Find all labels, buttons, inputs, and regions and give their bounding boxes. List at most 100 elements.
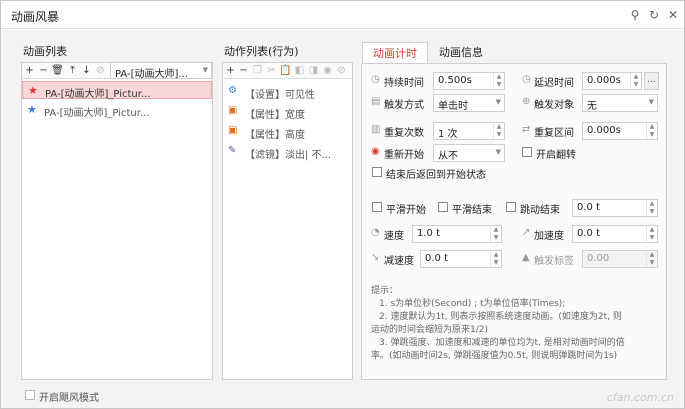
speed-spinner[interactable]: ▲ ▼ <box>490 226 501 242</box>
delay-spinner[interactable]: ▲ ▼ <box>630 73 641 89</box>
smooth-start-label: 平滑开始 <box>386 205 426 216</box>
preview-icon[interactable]: ◉ <box>321 64 334 77</box>
action-list-toolbar: + − ❐ ✂ 📋 ◧ ◨ ◉ ⊘ <box>223 63 352 79</box>
duration-input[interactable]: 0.500s ▲ ▼ <box>433 72 505 90</box>
delay-input[interactable]: 0.000s ▲ ▼ <box>582 72 642 90</box>
action-item[interactable]: ▣ 【属性】高度 <box>223 123 352 141</box>
repeat-label: 重复次数 <box>384 128 424 139</box>
property-icon: ▣ <box>228 125 238 136</box>
add-icon[interactable]: + <box>23 64 36 77</box>
trigger-tag-input: 0.00 ▲ ▼ <box>582 250 658 268</box>
bounce-end-checkbox[interactable] <box>506 202 516 212</box>
speed-icon: ◔ <box>371 227 380 238</box>
repeat-interval-spinner[interactable]: ▲ ▼ <box>646 123 657 139</box>
bounce-end-spinner[interactable]: ▲ ▼ <box>646 200 657 216</box>
action-item-label: 【属性】宽度 <box>245 110 305 121</box>
close-icon[interactable]: ✕ <box>665 7 681 23</box>
accel-input[interactable]: 0.0 t ▲ ▼ <box>572 225 658 243</box>
animation-list-toolbar: + − 🗑 ⤒ ↓ ⊘ PA-[动画大师]... ▼ <box>22 62 212 80</box>
target-icon: ⊕ <box>522 96 531 107</box>
delay-value: 0.000s <box>587 75 621 86</box>
interval-icon: ⇄ <box>522 124 531 135</box>
tab-info[interactable]: 动画信息 <box>431 42 491 64</box>
move-down-icon[interactable]: ↓ <box>80 64 93 77</box>
smooth-end-checkbox[interactable] <box>438 202 448 212</box>
action-item[interactable]: ▣ 【属性】宽度 <box>223 103 352 121</box>
tag-icon: ▲ <box>522 252 530 263</box>
repeat-spinner[interactable]: ▲ ▼ <box>493 123 504 139</box>
animation-item[interactable]: ★ PA-[动画大师]_Pictur... <box>22 101 212 119</box>
speed-input[interactable]: 1.0 t ▲ ▼ <box>412 225 502 243</box>
repeat-interval-input[interactable]: 0.000s ▲ ▼ <box>582 122 658 140</box>
animation-item-label: PA-[动画大师]_Pictur... <box>45 89 151 100</box>
smooth-start-checkbox[interactable] <box>372 202 382 212</box>
pin-icon[interactable]: ⚲ <box>627 7 643 23</box>
hint-line: 率。(如动画时间2s, 弹跳强度值为0.5t, 则说明弹跳时间为1s) <box>371 351 618 361</box>
title-bar: 动画风暴 ⚲ ↻ ✕ <box>1 1 684 29</box>
animation-select[interactable]: PA-[动画大师]... ▼ <box>110 62 212 80</box>
disable-icon[interactable]: ⊘ <box>94 64 107 77</box>
disable-icon[interactable]: ⊘ <box>335 64 348 77</box>
repeat-icon: ▥ <box>371 124 381 135</box>
chevron-down-icon: ▼ <box>648 98 654 106</box>
decel-input[interactable]: 0.0 t ▲ ▼ <box>420 250 502 268</box>
rewind-checkbox[interactable] <box>372 167 382 177</box>
dialog-body: 动画列表 + − 🗑 ⤒ ↓ ⊘ PA-[动画大师]... ▼ ★ PA-[动画… <box>1 30 684 408</box>
speed-value: 1.0 t <box>417 228 441 239</box>
chevron-down-icon: ▼ <box>495 148 501 156</box>
add-icon[interactable]: + <box>224 64 237 77</box>
move-top-icon[interactable]: ⤒ <box>66 64 79 77</box>
remove-icon[interactable]: − <box>37 64 50 77</box>
tab-timing[interactable]: 动画计时 <box>362 42 428 64</box>
animation-list-label: 动画列表 <box>23 45 67 58</box>
animation-list-panel: + − 🗑 ⤒ ↓ ⊘ PA-[动画大师]... ▼ ★ PA-[动画大师]_P… <box>21 62 213 380</box>
trigger-tag-label: 触发标签 <box>534 256 574 267</box>
clock-icon: ◷ <box>371 74 380 85</box>
paste-icon[interactable]: 📋 <box>279 64 292 77</box>
trigger-tag-value: 0.00 <box>587 253 610 264</box>
restart-value: 从不 <box>438 151 458 162</box>
decel-spinner[interactable]: ▲ ▼ <box>490 251 501 267</box>
trigger-value: 单击时 <box>438 101 468 112</box>
bounce-end-label: 跳动结束 <box>520 205 560 216</box>
move-down-icon[interactable]: ◨ <box>307 64 320 77</box>
restart-select[interactable]: 从不 ▼ <box>433 144 505 162</box>
repeat-interval-value: 0.000s <box>587 125 621 136</box>
trigger-select[interactable]: 单击时 ▼ <box>433 94 505 112</box>
decel-value: 0.0 t <box>425 253 449 264</box>
action-item[interactable]: ⚙ 【设置】可见性 <box>223 83 352 101</box>
accel-value: 0.0 t <box>577 228 601 239</box>
animation-item[interactable]: ★ PA-[动画大师]_Pictur... <box>22 81 212 100</box>
refresh-icon[interactable]: ↻ <box>646 7 662 23</box>
storm-mode-checkbox[interactable] <box>25 390 35 400</box>
accel-spinner[interactable]: ▲ ▼ <box>646 226 657 242</box>
property-icon: ▣ <box>228 105 238 116</box>
delay-more-button[interactable]: ... <box>644 72 659 90</box>
animation-item-label: PA-[动画大师]_Pictur... <box>44 108 150 119</box>
cut-icon[interactable]: ✂ <box>265 64 278 77</box>
bounce-end-value: 0.0 t <box>577 202 601 213</box>
trigger-tag-spinner: ▲ ▼ <box>646 251 657 267</box>
bounce-end-input[interactable]: 0.0 t ▲ ▼ <box>572 199 658 217</box>
trigger-label: 触发方式 <box>384 100 424 111</box>
hint-line: 3. 弹跳强度、加速度和减速的单位均为t, 是相对动画时间的倍 <box>379 338 625 348</box>
decel-label: 减速度 <box>384 256 414 267</box>
repeat-input[interactable]: 1 次 ▲ ▼ <box>433 122 505 140</box>
remove-icon[interactable]: − <box>237 64 250 77</box>
restart-label: 重新开始 <box>384 150 424 161</box>
duration-spinner[interactable]: ▲ ▼ <box>493 73 504 89</box>
copy-icon[interactable]: ❐ <box>251 64 264 77</box>
action-item-label: 【滤镜】淡出| 不... <box>245 150 332 161</box>
animation-storm-window: 动画风暴 ⚲ ↻ ✕ 动画列表 + − 🗑 ⤒ ↓ ⊘ PA-[动画大师]...… <box>0 0 685 409</box>
action-list-label: 动作列表(行为) <box>224 45 299 58</box>
trigger-object-select[interactable]: 无 ▼ <box>582 94 658 112</box>
flip-checkbox[interactable] <box>522 147 532 157</box>
hint-line: 运动的时间会缩短为原来1/2) <box>371 325 488 335</box>
move-up-icon[interactable]: ◧ <box>293 64 306 77</box>
action-item[interactable]: ✎ 【滤镜】淡出| 不... <box>223 143 352 161</box>
delete-icon[interactable]: 🗑 <box>51 64 64 77</box>
decel-icon: ↘ <box>371 252 380 263</box>
restart-icon: ◉ <box>371 146 380 157</box>
delay-label: 延迟时间 <box>534 78 574 89</box>
clock-icon: ◷ <box>522 74 531 85</box>
